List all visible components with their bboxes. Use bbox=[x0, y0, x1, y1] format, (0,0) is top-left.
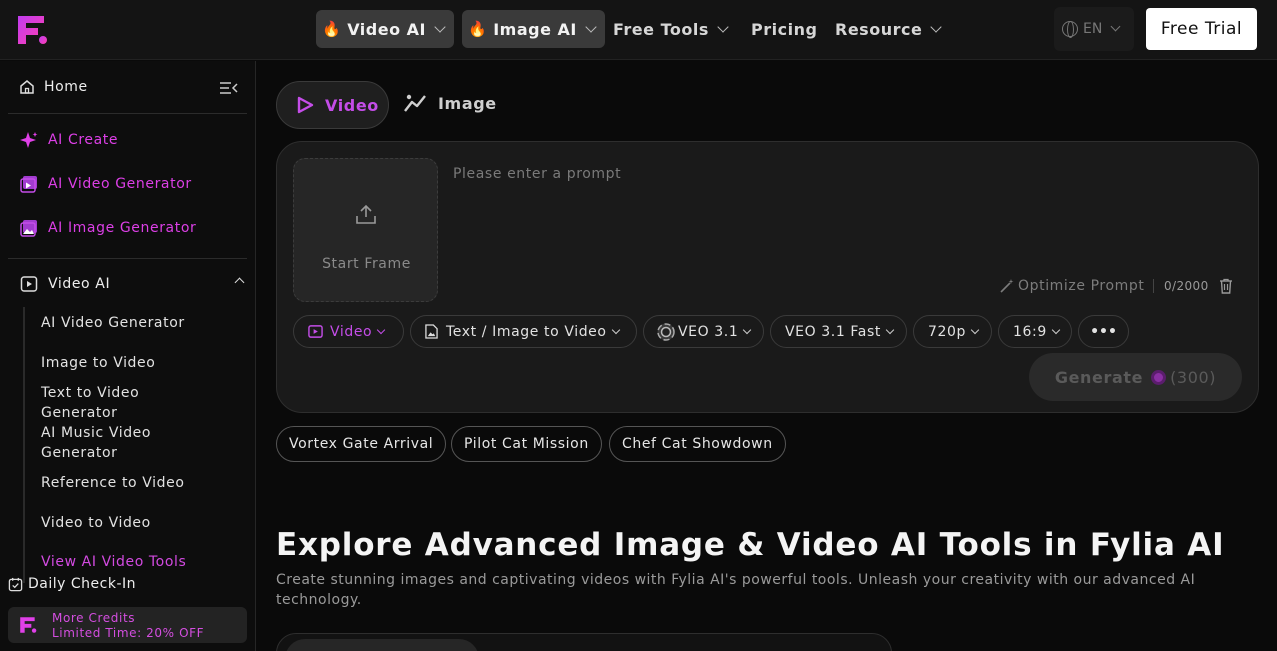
chevron-down-icon bbox=[970, 325, 980, 334]
suggestion-chip[interactable]: Chef Cat Showdown bbox=[609, 426, 786, 462]
sidebar-item-ai-video-generator[interactable]: AI Video Generator bbox=[20, 175, 192, 193]
video-icon bbox=[308, 325, 323, 338]
divider bbox=[8, 113, 247, 114]
chevron-down-icon bbox=[434, 20, 446, 33]
submenu-item[interactable]: Reference to Video bbox=[41, 473, 184, 493]
model-dropdown[interactable]: VEO 3.1 bbox=[643, 315, 764, 348]
fylia-logo[interactable] bbox=[14, 12, 50, 48]
chevron-down-icon bbox=[1110, 21, 1121, 32]
chevron-down-icon bbox=[585, 20, 597, 33]
chevron-down-icon bbox=[743, 325, 752, 334]
submenu-item[interactable]: AI Music Video Generator bbox=[41, 423, 171, 463]
sparkle-icon bbox=[20, 132, 38, 148]
magic-wand-icon bbox=[1000, 279, 1014, 293]
sidebar: Home AI Create AI Video Generator AI Ima… bbox=[0, 61, 256, 651]
divider bbox=[8, 258, 247, 259]
free-trial-button[interactable]: Free Trial bbox=[1146, 8, 1257, 50]
credit-coin-icon bbox=[1151, 369, 1167, 385]
chevron-up-icon[interactable] bbox=[234, 277, 245, 288]
tab-image[interactable]: Image bbox=[404, 93, 497, 113]
credits-promo-banner[interactable]: More Credits Limited Time: 20% OFF bbox=[8, 607, 247, 643]
collapse-sidebar-icon[interactable] bbox=[220, 81, 238, 95]
chevron-down-icon bbox=[611, 325, 620, 334]
nav-resource[interactable]: Resource bbox=[835, 10, 942, 48]
upload-icon bbox=[356, 204, 376, 224]
promo-title: More Credits bbox=[52, 611, 136, 625]
page-subheadline: Create stunning images and captivating v… bbox=[276, 572, 1196, 608]
tab-video[interactable]: Video bbox=[276, 81, 389, 129]
generate-button[interactable]: Generate (300) bbox=[1029, 353, 1242, 401]
category-tabs-bar bbox=[276, 633, 892, 651]
nav-free-tools[interactable]: Free Tools bbox=[613, 10, 729, 48]
promo-discount: Limited Time: 20% OFF bbox=[52, 626, 205, 640]
veo-logo-icon bbox=[657, 322, 675, 341]
start-frame-upload[interactable]: Start Frame bbox=[293, 158, 438, 302]
fylia-logo bbox=[20, 617, 37, 633]
daily-checkin-button[interactable]: Daily Check-In bbox=[8, 576, 136, 592]
chevron-down-icon bbox=[717, 20, 729, 33]
model-variant-dropdown[interactable]: VEO 3.1 Fast bbox=[770, 315, 907, 348]
submenu-item[interactable]: Video to Video bbox=[41, 513, 151, 533]
globe-icon bbox=[1062, 21, 1078, 38]
suggestion-chip[interactable]: Pilot Cat Mission bbox=[451, 426, 602, 462]
submenu-guide-line bbox=[23, 307, 25, 583]
flame-icon: 🔥 bbox=[322, 20, 342, 38]
chevron-down-icon bbox=[885, 325, 895, 334]
start-frame-label: Start Frame bbox=[322, 256, 411, 272]
sidebar-section-video-ai[interactable]: Video AI bbox=[20, 275, 110, 293]
chevron-down-icon bbox=[376, 325, 386, 334]
chevron-down-icon bbox=[930, 20, 942, 33]
sidebar-item-home[interactable]: Home bbox=[18, 78, 88, 96]
generate-cost: (300) bbox=[1170, 367, 1217, 387]
category-tab-active[interactable] bbox=[285, 639, 479, 651]
image-trend-icon bbox=[404, 94, 426, 112]
nav-pricing[interactable]: Pricing bbox=[751, 10, 817, 48]
generation-mode-dropdown[interactable]: Text / Image to Video bbox=[410, 315, 637, 348]
view-all-video-tools-link[interactable]: View AI Video Tools bbox=[41, 552, 186, 572]
trash-icon[interactable] bbox=[1219, 278, 1233, 294]
more-options-button[interactable]: ••• bbox=[1078, 315, 1129, 348]
sidebar-item-ai-image-generator[interactable]: AI Image Generator bbox=[20, 219, 196, 237]
media-type-dropdown[interactable]: Video bbox=[293, 315, 404, 348]
chevron-down-icon bbox=[1051, 325, 1061, 334]
play-icon bbox=[20, 276, 38, 292]
generation-panel: Start Frame Please enter a prompt Optimi… bbox=[276, 141, 1259, 413]
file-image-icon bbox=[425, 324, 438, 339]
calendar-check-icon bbox=[8, 577, 23, 591]
home-icon bbox=[20, 80, 34, 94]
submenu-item[interactable]: AI Video Generator bbox=[41, 313, 185, 333]
flame-icon: 🔥 bbox=[468, 20, 488, 38]
more-icon: ••• bbox=[1090, 323, 1117, 340]
nav-video-ai[interactable]: 🔥 Video AI bbox=[316, 10, 454, 48]
nav-image-ai[interactable]: 🔥 Image AI bbox=[462, 10, 605, 48]
resolution-dropdown[interactable]: 720p bbox=[913, 315, 992, 348]
prompt-input[interactable]: Please enter a prompt bbox=[453, 166, 621, 182]
optimize-prompt-button[interactable]: Optimize Prompt bbox=[999, 278, 1144, 294]
image-icon bbox=[20, 220, 37, 237]
sidebar-item-ai-create[interactable]: AI Create bbox=[20, 131, 118, 149]
video-icon bbox=[20, 176, 37, 193]
submenu-item[interactable]: Text to Video Generator bbox=[41, 383, 161, 423]
character-counter: 0/2000 bbox=[1153, 279, 1209, 293]
submenu-item[interactable]: Image to Video bbox=[41, 353, 155, 373]
play-icon bbox=[297, 96, 314, 114]
page-headline: Explore Advanced Image & Video AI Tools … bbox=[276, 527, 1225, 563]
aspect-ratio-dropdown[interactable]: 16:9 bbox=[998, 315, 1072, 348]
language-selector[interactable]: EN bbox=[1054, 7, 1134, 51]
suggestion-chip[interactable]: Vortex Gate Arrival bbox=[276, 426, 447, 462]
top-navigation-bar: 🔥 Video AI 🔥 Image AI Free Tools Pricing… bbox=[0, 0, 1277, 60]
